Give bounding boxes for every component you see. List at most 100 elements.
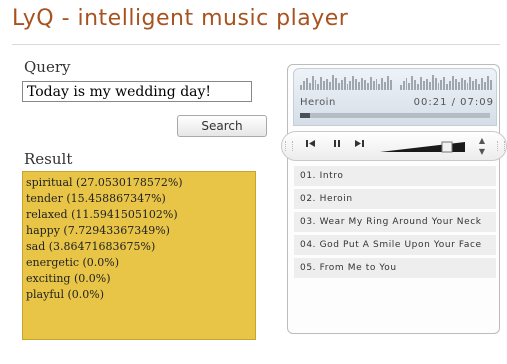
playlist-item[interactable]: 03. Wear My Ring Around Your Neck bbox=[294, 212, 496, 232]
equalizer-bar bbox=[475, 79, 478, 90]
equalizer-bar bbox=[478, 84, 481, 90]
equalizer-bar bbox=[437, 83, 440, 90]
equalizer-bar bbox=[343, 77, 346, 90]
equalizer-bar bbox=[481, 78, 484, 90]
playlist-item[interactable]: 05. From Me to You bbox=[294, 258, 496, 278]
equalizer-bar bbox=[417, 84, 420, 90]
playlist: 01. Intro 02. Heroin 03. Wear My Ring Ar… bbox=[294, 166, 496, 281]
app-title: LyQ - intelligent music player bbox=[12, 6, 349, 31]
equalizer-bar bbox=[399, 85, 402, 90]
equalizer-bar bbox=[326, 79, 329, 90]
equalizer-bar bbox=[489, 80, 492, 90]
result-panel: spiritual (27.0530178572%) tender (15.45… bbox=[22, 171, 256, 340]
equalizer-bar bbox=[460, 78, 463, 90]
equalizer-bar bbox=[466, 83, 469, 90]
equalizer-bar bbox=[300, 85, 302, 90]
equalizer-bar bbox=[375, 79, 378, 90]
equalizer-visualizer bbox=[300, 74, 492, 90]
equalizer-bar bbox=[363, 80, 366, 90]
equalizer-bar bbox=[434, 78, 437, 90]
query-input[interactable]: Today is my wedding day! bbox=[22, 81, 252, 102]
skip-forward-icon[interactable] bbox=[354, 138, 365, 153]
equalizer-bar bbox=[361, 78, 363, 90]
playlist-item[interactable]: 01. Intro bbox=[294, 166, 496, 186]
volume-slider[interactable] bbox=[380, 141, 465, 153]
equalizer-bar bbox=[305, 78, 308, 90]
equalizer-bar bbox=[311, 76, 314, 90]
seek-bar[interactable] bbox=[300, 113, 490, 118]
equalizer-bar bbox=[323, 81, 326, 90]
equalizer-bar bbox=[428, 82, 431, 90]
equalizer-bar bbox=[420, 77, 422, 90]
equalizer-bar bbox=[469, 77, 472, 90]
equalizer-bar bbox=[384, 82, 387, 90]
arrow-up-icon[interactable]: ▲ bbox=[478, 135, 486, 146]
search-button[interactable]: Search bbox=[177, 115, 267, 137]
equalizer-bar bbox=[349, 81, 352, 90]
result-line: exciting (0.0%) bbox=[26, 272, 111, 285]
result-line: energetic (0.0%) bbox=[26, 256, 120, 269]
grip-handle-right[interactable] bbox=[497, 141, 505, 151]
result-line: relaxed (11.5941505102%) bbox=[26, 208, 178, 221]
equalizer-bar bbox=[463, 80, 466, 90]
equalizer-bar bbox=[449, 81, 452, 90]
title-divider bbox=[12, 44, 500, 45]
equalizer-bar bbox=[422, 81, 425, 90]
equalizer-bar bbox=[431, 75, 434, 90]
equalizer-bar bbox=[329, 82, 331, 90]
query-label: Query bbox=[24, 58, 71, 76]
track-time: 00:21 / 07:09 bbox=[413, 97, 494, 108]
equalizer-bar bbox=[402, 81, 405, 90]
result-line: playful (0.0%) bbox=[26, 288, 105, 301]
equalizer-bar bbox=[369, 77, 372, 90]
equalizer-bar bbox=[352, 76, 355, 90]
equalizer-bar bbox=[320, 77, 323, 90]
result-label: Result bbox=[24, 150, 73, 168]
equalizer-bar bbox=[381, 78, 384, 90]
equalizer-bar bbox=[314, 80, 317, 90]
equalizer-bar bbox=[411, 76, 414, 90]
equalizer-bar bbox=[454, 79, 457, 90]
now-playing-track: Heroin bbox=[300, 97, 336, 108]
equalizer-bar bbox=[452, 76, 454, 90]
equalizer-bar bbox=[484, 82, 486, 90]
equalizer-bar bbox=[355, 79, 358, 90]
result-line: tender (15.458867347%) bbox=[26, 192, 166, 205]
result-line: sad (3.86471683675%) bbox=[26, 240, 156, 253]
equalizer-bar bbox=[317, 84, 320, 90]
grip-handle-left[interactable] bbox=[285, 141, 293, 151]
pause-icon[interactable] bbox=[331, 138, 342, 153]
equalizer-bar bbox=[372, 81, 375, 90]
equalizer-bar bbox=[472, 81, 475, 90]
playlist-item[interactable]: 02. Heroin bbox=[294, 189, 496, 209]
arrow-down-icon[interactable]: ▼ bbox=[478, 146, 486, 157]
equalizer-gap bbox=[393, 89, 399, 90]
equalizer-bar bbox=[390, 80, 392, 90]
equalizer-bar bbox=[387, 76, 390, 90]
equalizer-bar bbox=[405, 78, 408, 90]
equalizer-bar bbox=[457, 82, 460, 90]
volume-stepper[interactable]: ▲ ▼ bbox=[478, 135, 486, 157]
equalizer-bar bbox=[308, 83, 311, 90]
seek-bar-fill bbox=[300, 113, 310, 118]
playlist-item[interactable]: 04. God Put A Smile Upon Your Face bbox=[294, 235, 496, 255]
skip-back-icon[interactable] bbox=[305, 138, 316, 153]
result-line: happy (7.72943367349%) bbox=[26, 224, 170, 237]
result-line: spiritual (27.0530178572%) bbox=[26, 176, 183, 189]
equalizer-bar bbox=[425, 79, 428, 90]
equalizer-bar bbox=[378, 84, 381, 90]
equalizer-bar bbox=[486, 76, 489, 90]
equalizer-bar bbox=[337, 83, 340, 90]
equalizer-bar bbox=[366, 83, 369, 90]
equalizer-bar bbox=[302, 81, 305, 90]
equalizer-bar bbox=[346, 84, 349, 90]
equalizer-bar bbox=[446, 84, 449, 90]
equalizer-bar bbox=[440, 80, 443, 90]
equalizer-bar bbox=[414, 80, 417, 90]
equalizer-bar bbox=[334, 78, 337, 90]
equalizer-bar bbox=[340, 80, 343, 90]
equalizer-bar bbox=[358, 82, 361, 90]
equalizer-bar bbox=[443, 77, 446, 90]
equalizer-bar bbox=[408, 83, 411, 90]
equalizer-bar bbox=[331, 75, 334, 90]
